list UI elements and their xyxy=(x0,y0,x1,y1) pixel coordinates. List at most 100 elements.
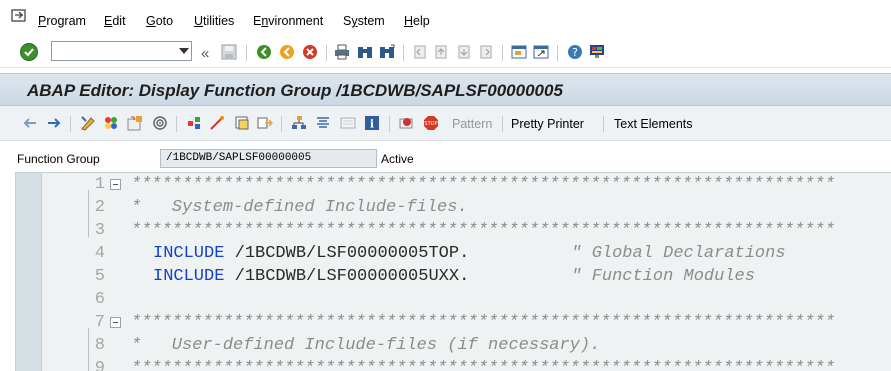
hierarchy-icon[interactable] xyxy=(291,115,307,131)
code-line[interactable]: 2 * System-defined Include-files. xyxy=(43,196,891,219)
code-text: ****************************************… xyxy=(131,175,835,194)
code-text: ****************************************… xyxy=(131,359,835,371)
text-elements-button[interactable]: Text Elements xyxy=(614,117,693,131)
command-field[interactable] xyxy=(51,41,192,61)
object-list-icon[interactable] xyxy=(209,115,225,131)
code-line[interactable]: 4 INCLUDE /1BCDWB/LSF00000005TOP. " Glob… xyxy=(43,242,891,265)
code-text: INCLUDE /1BCDWB/LSF00000005UXX. " Functi… xyxy=(153,267,755,286)
menu-environment[interactable]: Environment xyxy=(253,14,323,28)
command-input[interactable] xyxy=(52,42,172,60)
pattern-button[interactable]: Pattern xyxy=(452,117,492,131)
code-text: ****************************************… xyxy=(131,221,835,240)
menu-help[interactable]: Help xyxy=(404,14,430,28)
title-bar: ABAP Editor: Display Function Group /1BC… xyxy=(0,73,891,106)
menu-toggle-icon[interactable] xyxy=(11,9,27,23)
svg-text:STOP: STOP xyxy=(424,121,437,127)
pretty-printer-button[interactable]: Pretty Printer xyxy=(511,117,584,131)
next-page-icon[interactable] xyxy=(456,44,472,60)
separator xyxy=(403,45,404,61)
separator xyxy=(557,45,558,61)
exit-icon[interactable] xyxy=(279,44,295,60)
separator xyxy=(246,45,247,61)
breakpoint-icon[interactable] xyxy=(399,115,415,131)
collapse-icon[interactable] xyxy=(110,179,121,190)
stop-icon[interactable]: STOP xyxy=(423,115,439,131)
line-number: 3 xyxy=(94,221,105,240)
where-used-icon[interactable] xyxy=(186,115,202,131)
line-number: 9 xyxy=(94,359,105,371)
navigation-window-icon[interactable] xyxy=(234,115,250,131)
find-next-icon[interactable] xyxy=(379,44,395,60)
code-text: INCLUDE /1BCDWB/LSF00000005TOP. " Global… xyxy=(153,244,786,263)
last-page-icon[interactable] xyxy=(478,44,494,60)
structure-icon[interactable] xyxy=(315,115,331,131)
more-commands-icon[interactable]: « xyxy=(201,45,209,62)
separator xyxy=(603,116,604,132)
include-path: /1BCDWB/LSF00000005UXX xyxy=(224,267,460,286)
separator xyxy=(176,116,177,132)
line-number: 8 xyxy=(94,336,105,355)
function-group-row: Function Group /1BCDWB/SAPLSF00000005 Ac… xyxy=(0,141,891,172)
keyword: INCLUDE xyxy=(153,267,225,286)
active-inactive-icon[interactable] xyxy=(103,115,119,131)
customize-layout-icon[interactable] xyxy=(589,44,605,60)
line-number: 4 xyxy=(94,244,105,263)
create-session-icon[interactable] xyxy=(511,44,527,60)
block-icon[interactable] xyxy=(340,115,356,131)
line-number: 5 xyxy=(94,267,105,286)
code-text: ****************************************… xyxy=(131,313,835,332)
print-icon[interactable] xyxy=(334,44,350,60)
menu-program[interactable]: Program xyxy=(38,14,86,28)
help-icon[interactable]: ? xyxy=(567,44,583,60)
arrow-right-icon[interactable] xyxy=(46,115,62,131)
code-line[interactable]: 3 **************************************… xyxy=(43,219,891,242)
menu-goto[interactable]: Goto xyxy=(146,14,173,28)
breakpoint-gutter[interactable] xyxy=(16,173,42,371)
find-icon[interactable] xyxy=(357,44,373,60)
function-group-field: /1BCDWB/SAPLSF00000005 xyxy=(160,149,377,168)
status-text: Active xyxy=(381,152,414,166)
code-line[interactable]: 5 INCLUDE /1BCDWB/LSF00000005UXX. " Func… xyxy=(43,265,891,288)
code-line[interactable]: 8 * User-defined Include-files (if neces… xyxy=(43,334,891,357)
previous-page-icon[interactable] xyxy=(433,44,449,60)
line-number: 2 xyxy=(94,198,105,217)
save-icon[interactable] xyxy=(221,44,237,60)
keyword: INCLUDE xyxy=(153,244,225,263)
enter-icon[interactable] xyxy=(20,43,38,61)
activate-icon[interactable] xyxy=(152,115,168,131)
info-icon[interactable]: i xyxy=(364,115,380,131)
system-toolbar: « ? xyxy=(0,38,891,68)
check-icon[interactable] xyxy=(127,115,143,131)
line-number: 1 xyxy=(94,175,105,194)
separator xyxy=(281,116,282,132)
cancel-icon[interactable] xyxy=(302,44,318,60)
code-text: * User-defined Include-files (if necessa… xyxy=(131,336,601,355)
enhance-icon[interactable] xyxy=(257,115,273,131)
first-page-icon[interactable] xyxy=(412,44,428,60)
chevron-down-icon[interactable] xyxy=(179,48,189,54)
application-toolbar: i STOP Pattern Pretty Printer Text Eleme… xyxy=(0,106,891,141)
separator xyxy=(326,45,327,61)
shortcut-icon[interactable] xyxy=(533,44,549,60)
menu-system[interactable]: System xyxy=(343,14,385,28)
code-line[interactable]: 6 xyxy=(43,288,891,311)
page-title: ABAP Editor: Display Function Group /1BC… xyxy=(27,81,563,100)
line-number: 7 xyxy=(94,313,105,332)
collapse-icon[interactable] xyxy=(110,317,121,328)
inline-comment: " Function Modules xyxy=(571,267,755,286)
menu-utilities[interactable]: Utilities xyxy=(194,14,234,28)
display-change-icon[interactable] xyxy=(80,115,96,131)
code-editor[interactable]: 1 **************************************… xyxy=(15,172,891,371)
code-line[interactable]: 9 **************************************… xyxy=(43,357,891,371)
menu-edit[interactable]: Edit xyxy=(104,14,126,28)
separator xyxy=(70,116,71,132)
inline-comment: " Global Declarations xyxy=(571,244,786,263)
code-line[interactable]: 7 **************************************… xyxy=(43,311,891,334)
line-number: 6 xyxy=(94,290,105,309)
back-icon[interactable] xyxy=(256,44,272,60)
separator xyxy=(502,116,503,132)
svg-text:i: i xyxy=(370,118,374,131)
separator xyxy=(502,45,503,61)
code-line[interactable]: 1 **************************************… xyxy=(43,173,891,196)
arrow-left-icon[interactable] xyxy=(22,115,38,131)
